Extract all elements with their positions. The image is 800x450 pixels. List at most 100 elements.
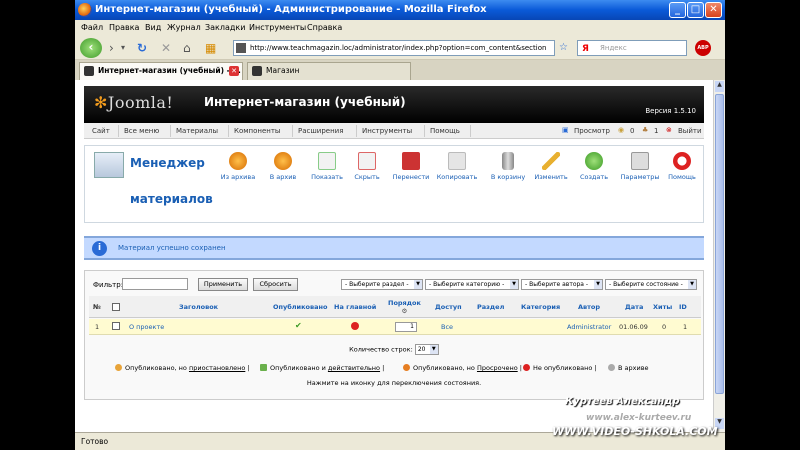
menu-help[interactable]: Помощь xyxy=(430,127,460,135)
not-frontpage-icon[interactable] xyxy=(351,322,359,330)
menu-content[interactable]: Материалы xyxy=(176,127,218,135)
watermark-author: Куртеев Александр xyxy=(565,396,680,407)
reset-button[interactable]: Сбросить xyxy=(253,278,298,291)
menu-history[interactable]: Журнал xyxy=(167,23,201,32)
scroll-up-icon: ▲ xyxy=(715,81,724,92)
toolbar-new-button[interactable]: Создать xyxy=(571,152,617,181)
col-section[interactable]: Раздел xyxy=(477,303,504,311)
browser-window: Интернет-магазин (учебный) - Администрир… xyxy=(75,0,725,450)
tab-admin[interactable]: Интернет-магазин (учебный) - ... ✕ xyxy=(79,62,243,80)
menu-extensions[interactable]: Расширения xyxy=(298,127,343,135)
bookmarks-icon[interactable]: ▦ xyxy=(205,41,216,55)
menu-view[interactable]: Вид xyxy=(145,23,161,32)
system-message: i Материал успешно сохранен xyxy=(84,236,704,260)
row-date: 01.06.09 xyxy=(619,323,648,331)
menu-components[interactable]: Компоненты xyxy=(234,127,280,135)
tab-shop[interactable]: Магазин xyxy=(247,62,411,80)
row-title[interactable]: О проекте xyxy=(129,323,164,331)
toolbar-archive-button[interactable]: В архив xyxy=(260,152,306,181)
row-hits: 0 xyxy=(662,323,667,331)
home-icon[interactable]: ⌂ xyxy=(183,41,191,55)
apply-button[interactable]: Применить xyxy=(198,278,248,291)
logout-link[interactable]: Выйти xyxy=(678,127,702,135)
published-icon xyxy=(260,364,267,371)
state-select[interactable]: - Выберите состояние - ▼ xyxy=(605,279,697,290)
info-icon: i xyxy=(92,241,107,256)
adblock-icon[interactable]: ABP xyxy=(695,40,711,56)
archive-icon xyxy=(274,152,292,170)
help-icon xyxy=(673,152,691,170)
toolbar-unarchive-button[interactable]: Из архива xyxy=(215,152,261,181)
menu-tools[interactable]: Инструменты xyxy=(362,127,412,135)
rows-per-page-select[interactable]: 20 ▼ xyxy=(414,344,439,355)
table-header: № Заголовок Опубликовано На главной Поря… xyxy=(89,296,701,318)
col-published[interactable]: Опубликовано xyxy=(273,303,327,311)
trash-icon xyxy=(502,152,514,170)
bookmark-star-icon[interactable]: ☆ xyxy=(559,42,568,53)
menu-site[interactable]: Сайт xyxy=(92,127,110,135)
article-manager-icon xyxy=(94,152,124,178)
close-tab-icon[interactable]: ✕ xyxy=(229,66,239,76)
vertical-scrollbar[interactable]: ▲ ▼ xyxy=(713,80,725,432)
col-hits[interactable]: Хиты xyxy=(653,303,672,311)
preview-link[interactable]: Просмотр xyxy=(574,127,610,135)
scrollbar-thumb[interactable] xyxy=(715,94,724,394)
toolbar-trash-button[interactable]: В корзину xyxy=(485,152,531,181)
reload-icon[interactable]: ↻ xyxy=(137,41,147,55)
tab-label: Интернет-магазин (учебный) - ... xyxy=(98,66,241,75)
toolbar-parameters-button[interactable]: Параметры xyxy=(617,152,663,181)
new-icon xyxy=(585,152,603,170)
users-icon: ♣ xyxy=(642,126,649,134)
stop-icon[interactable]: ✕ xyxy=(161,41,171,55)
close-button[interactable]: ✕ xyxy=(705,2,722,18)
menu-tools[interactable]: Инструменты xyxy=(249,23,306,32)
minimize-button[interactable]: _ xyxy=(669,2,686,18)
col-date[interactable]: Дата xyxy=(625,303,643,311)
select-all-checkbox[interactable] xyxy=(112,303,120,311)
maximize-button[interactable]: □ xyxy=(687,2,704,18)
navigation-toolbar: ‹ › ▾ ↻ ✕ ⌂ ▦ http://www.teachmagazin.lo… xyxy=(75,36,725,60)
toolbar-copy-button[interactable]: Копировать xyxy=(434,152,480,181)
menu-help[interactable]: Справка xyxy=(307,23,342,32)
publish-icon xyxy=(318,152,336,170)
menu-all-menus[interactable]: Все меню xyxy=(124,127,159,135)
menu-edit[interactable]: Правка xyxy=(109,23,139,32)
users-count[interactable]: 1 xyxy=(654,127,658,135)
toolbar-move-button[interactable]: Перенести xyxy=(388,152,434,181)
author-select[interactable]: - Выберите автора - ▼ xyxy=(521,279,603,290)
row-access[interactable]: Все xyxy=(441,323,453,331)
toolbar-help-button[interactable]: Помощь xyxy=(659,152,705,181)
row-checkbox[interactable] xyxy=(112,322,120,330)
joomla-tab-icon xyxy=(84,66,94,76)
copy-icon xyxy=(448,152,466,170)
toolbar-unpublish-button[interactable]: Скрыть xyxy=(344,152,390,181)
url-bar[interactable]: http://www.teachmagazin.loc/administrato… xyxy=(233,40,555,56)
forward-icon[interactable]: › xyxy=(109,41,114,55)
col-id[interactable]: ID xyxy=(679,303,687,311)
col-title[interactable]: Заголовок xyxy=(179,303,218,311)
col-access[interactable]: Доступ xyxy=(435,303,462,311)
toolbar-edit-button[interactable]: Изменить xyxy=(528,152,574,181)
col-author[interactable]: Автор xyxy=(578,303,600,311)
col-order[interactable]: Порядок ⚙ xyxy=(388,299,421,315)
filter-input[interactable] xyxy=(122,278,188,290)
row-author[interactable]: Administrator xyxy=(567,323,611,331)
row-num: 1 xyxy=(95,323,100,331)
edit-icon xyxy=(542,152,560,170)
search-box[interactable]: Я Яндекс xyxy=(577,40,687,56)
order-input[interactable]: 1 xyxy=(395,322,417,332)
col-frontpage[interactable]: На главной xyxy=(334,303,376,311)
menu-bookmarks[interactable]: Закладки xyxy=(205,23,245,32)
firefox-icon xyxy=(78,3,92,17)
section-select[interactable]: - Выберите раздел - ▼ xyxy=(341,279,423,290)
menu-file[interactable]: Файл xyxy=(81,23,103,32)
category-select[interactable]: - Выберите категорию - ▼ xyxy=(425,279,519,290)
history-dropdown-icon[interactable]: ▾ xyxy=(121,43,125,52)
messages-count[interactable]: 0 xyxy=(630,127,634,135)
col-category[interactable]: Категория xyxy=(521,303,560,311)
url-text: http://www.teachmagazin.loc/administrato… xyxy=(250,44,547,52)
chevron-down-icon: ▼ xyxy=(594,280,602,289)
published-check-icon[interactable]: ✔ xyxy=(295,321,302,330)
row-id: 1 xyxy=(683,323,688,331)
back-button[interactable]: ‹ xyxy=(80,38,102,58)
